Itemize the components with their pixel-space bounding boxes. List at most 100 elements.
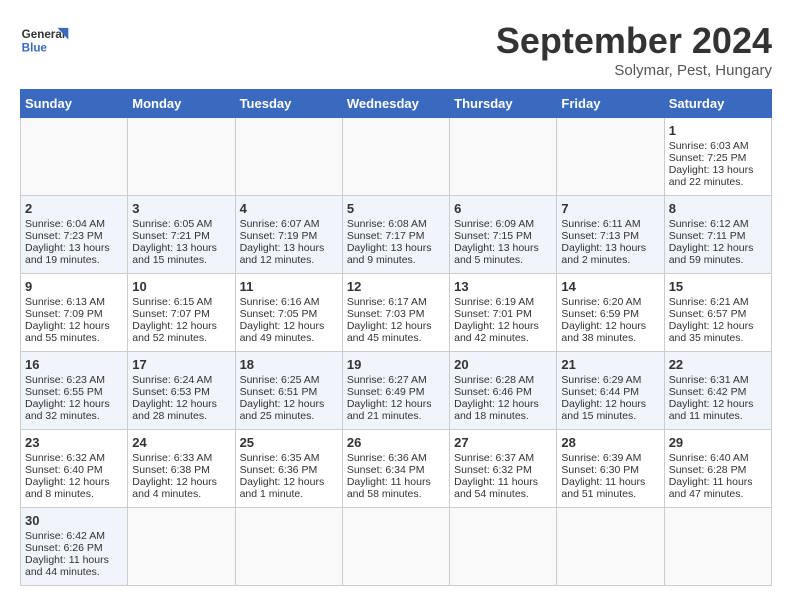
calendar-cell: 3Sunrise: 6:05 AMSunset: 7:21 PMDaylight…	[128, 196, 235, 274]
sunrise-text: Sunrise: 6:07 AM	[240, 218, 320, 230]
sunrise-text: Sunrise: 6:37 AM	[454, 452, 534, 464]
day-number: 7	[561, 201, 659, 216]
sunset-text: Sunset: 7:25 PM	[669, 152, 747, 164]
calendar-cell: 20Sunrise: 6:28 AMSunset: 6:46 PMDayligh…	[450, 352, 557, 430]
calendar-cell: 4Sunrise: 6:07 AMSunset: 7:19 PMDaylight…	[235, 196, 342, 274]
sunrise-text: Sunrise: 6:36 AM	[347, 452, 427, 464]
calendar-cell: 19Sunrise: 6:27 AMSunset: 6:49 PMDayligh…	[342, 352, 449, 430]
daylight-text: Daylight: 11 hours and 58 minutes.	[347, 476, 431, 500]
sunset-text: Sunset: 6:36 PM	[240, 464, 318, 476]
day-number: 25	[240, 435, 338, 450]
col-header-thursday: Thursday	[450, 90, 557, 118]
sunset-text: Sunset: 6:28 PM	[669, 464, 747, 476]
day-number: 1	[669, 123, 767, 138]
sunset-text: Sunset: 7:15 PM	[454, 230, 532, 242]
sunset-text: Sunset: 7:09 PM	[25, 308, 103, 320]
daylight-text: Daylight: 12 hours and 15 minutes.	[561, 398, 646, 422]
day-number: 11	[240, 279, 338, 294]
calendar-cell	[128, 118, 235, 196]
day-number: 13	[454, 279, 552, 294]
daylight-text: Daylight: 13 hours and 2 minutes.	[561, 242, 646, 266]
location: Solymar, Pest, Hungary	[496, 62, 772, 79]
sunrise-text: Sunrise: 6:15 AM	[132, 296, 212, 308]
sunset-text: Sunset: 6:51 PM	[240, 386, 318, 398]
calendar-cell: 12Sunrise: 6:17 AMSunset: 7:03 PMDayligh…	[342, 274, 449, 352]
sunset-text: Sunset: 6:32 PM	[454, 464, 532, 476]
daylight-text: Daylight: 12 hours and 45 minutes.	[347, 320, 432, 344]
calendar-cell: 23Sunrise: 6:32 AMSunset: 6:40 PMDayligh…	[21, 430, 128, 508]
daylight-text: Daylight: 12 hours and 4 minutes.	[132, 476, 217, 500]
calendar-cell: 17 Sunrise: 6:24 AMSunset: 6:53 PMDayligh…	[128, 352, 235, 430]
daylight-text: Daylight: 12 hours and 11 minutes.	[669, 398, 754, 422]
day-number: 21	[561, 357, 659, 372]
daylight-text: Daylight: 11 hours and 51 minutes.	[561, 476, 645, 500]
calendar-cell	[235, 508, 342, 586]
calendar-cell	[235, 118, 342, 196]
sunset-text: Sunset: 6:59 PM	[561, 308, 639, 320]
sunrise-text: Sunrise: 6:05 AM	[132, 218, 212, 230]
calendar-cell	[557, 118, 664, 196]
day-number: 19	[347, 357, 445, 372]
calendar-cell: 30Sunrise: 6:42 AMSunset: 6:26 PMDayligh…	[21, 508, 128, 586]
sunset-text: Sunset: 6:30 PM	[561, 464, 639, 476]
day-number: 22	[669, 357, 767, 372]
sunset-text: Sunset: 6:57 PM	[669, 308, 747, 320]
calendar-cell: 27 Sunrise: 6:37 AMSunset: 6:32 PMDayligh…	[450, 430, 557, 508]
sunset-text: Sunset: 6:42 PM	[669, 386, 747, 398]
daylight-text: Daylight: 11 hours and 54 minutes.	[454, 476, 538, 500]
daylight-text: Daylight: 11 hours and 44 minutes.	[25, 554, 109, 578]
daylight-text: Daylight: 12 hours and 32 minutes.	[25, 398, 110, 422]
calendar-cell	[450, 118, 557, 196]
month-title: September 2024	[496, 20, 772, 62]
logo-icon: General Blue	[20, 20, 70, 60]
sunrise-text: Sunrise: 6:35 AM	[240, 452, 320, 464]
day-number: 18	[240, 357, 338, 372]
sunset-text: Sunset: 7:21 PM	[132, 230, 210, 242]
svg-text:General: General	[22, 28, 65, 41]
daylight-text: Daylight: 12 hours and 8 minutes.	[25, 476, 110, 500]
sunset-text: Sunset: 6:44 PM	[561, 386, 639, 398]
sunrise-text: Sunrise: 6:29 AM	[561, 374, 641, 386]
sunrise-text: Sunrise: 6:13 AM	[25, 296, 105, 308]
daylight-text: Daylight: 12 hours and 35 minutes.	[669, 320, 754, 344]
calendar-cell: 6Sunrise: 6:09 AMSunset: 7:15 PMDaylight…	[450, 196, 557, 274]
calendar-cell: 22Sunrise: 6:31 AMSunset: 6:42 PMDayligh…	[664, 352, 771, 430]
day-number: 30	[25, 513, 123, 528]
sunset-text: Sunset: 6:53 PM	[132, 386, 210, 398]
daylight-text: Daylight: 13 hours and 22 minutes.	[669, 164, 754, 188]
day-number: 29	[669, 435, 767, 450]
calendar-cell: 7Sunrise: 6:11 AMSunset: 7:13 PMDaylight…	[557, 196, 664, 274]
sunrise-text: Sunrise: 6:04 AM	[25, 218, 105, 230]
sunrise-text: Sunrise: 6:24 AM	[132, 374, 212, 386]
sunrise-text: Sunrise: 6:27 AM	[347, 374, 427, 386]
calendar-cell: 1Sunrise: 6:03 AMSunset: 7:25 PMDaylight…	[664, 118, 771, 196]
calendar-cell: 5Sunrise: 6:08 AMSunset: 7:17 PMDaylight…	[342, 196, 449, 274]
sunrise-text: Sunrise: 6:32 AM	[25, 452, 105, 464]
calendar-cell	[128, 508, 235, 586]
sunset-text: Sunset: 7:07 PM	[132, 308, 210, 320]
day-number: 27	[454, 435, 552, 450]
sunrise-text: Sunrise: 6:12 AM	[669, 218, 749, 230]
col-header-wednesday: Wednesday	[342, 90, 449, 118]
title-block: September 2024 Solymar, Pest, Hungary	[496, 20, 772, 79]
sunset-text: Sunset: 7:13 PM	[561, 230, 639, 242]
daylight-text: Daylight: 13 hours and 15 minutes.	[132, 242, 217, 266]
sunset-text: Sunset: 7:23 PM	[25, 230, 103, 242]
calendar-cell	[664, 508, 771, 586]
sunrise-text: Sunrise: 6:23 AM	[25, 374, 105, 386]
calendar-cell: 13Sunrise: 6:19 AMSunset: 7:01 PMDayligh…	[450, 274, 557, 352]
page-header: General Blue September 2024 Solymar, Pes…	[20, 20, 772, 79]
calendar-table: SundayMondayTuesdayWednesdayThursdayFrid…	[20, 89, 772, 586]
day-number: 28	[561, 435, 659, 450]
daylight-text: Daylight: 12 hours and 28 minutes.	[132, 398, 217, 422]
sunrise-text: Sunrise: 6:25 AM	[240, 374, 320, 386]
day-number: 17	[132, 357, 230, 372]
sunrise-text: Sunrise: 6:40 AM	[669, 452, 749, 464]
day-number: 12	[347, 279, 445, 294]
day-number: 16	[25, 357, 123, 372]
calendar-header-row: SundayMondayTuesdayWednesdayThursdayFrid…	[21, 90, 772, 118]
calendar-week-row: 1Sunrise: 6:03 AMSunset: 7:25 PMDaylight…	[21, 118, 772, 196]
sunset-text: Sunset: 6:34 PM	[347, 464, 425, 476]
day-number: 8	[669, 201, 767, 216]
sunset-text: Sunset: 6:49 PM	[347, 386, 425, 398]
